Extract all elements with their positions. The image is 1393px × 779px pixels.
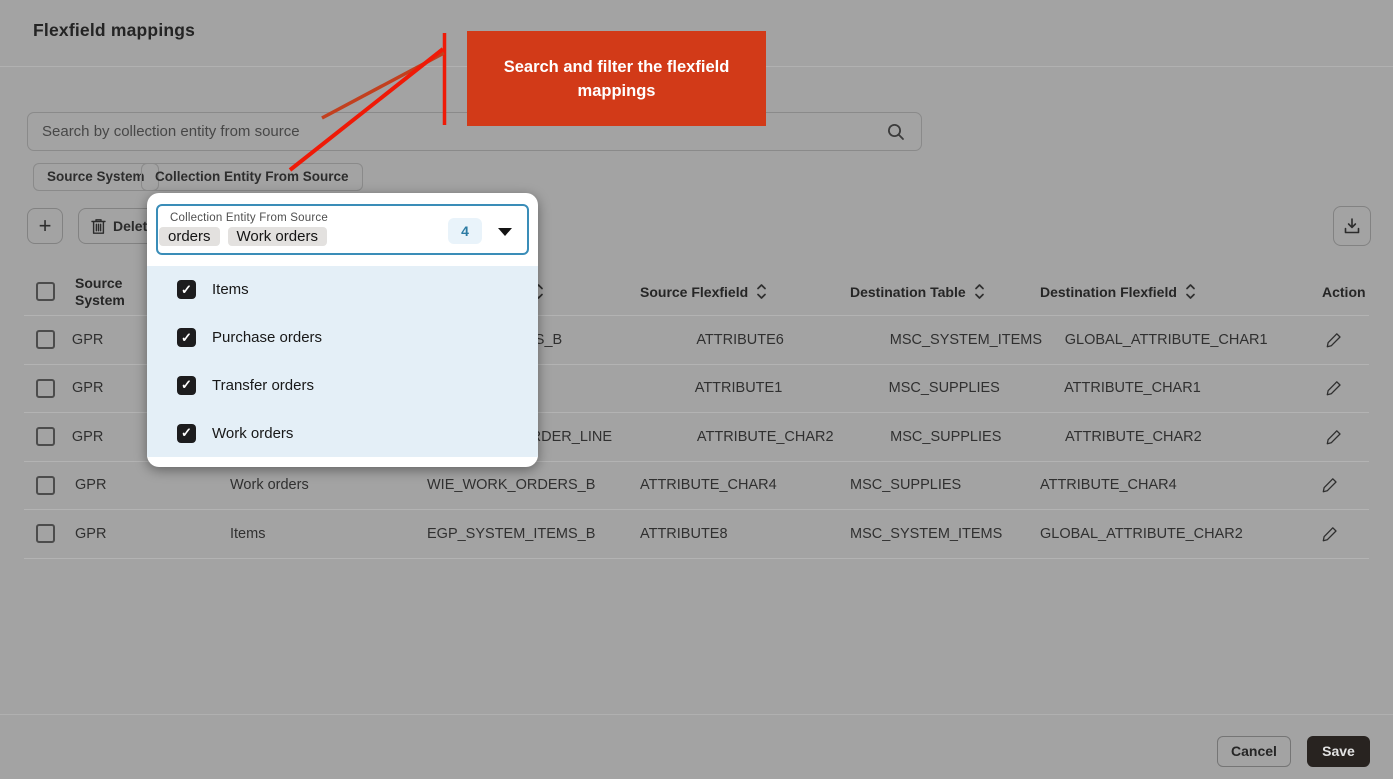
row-checkbox[interactable]	[36, 427, 55, 446]
cell-destination-flexfield: GLOBAL_ATTRIBUTE_CHAR2	[1040, 526, 1307, 542]
dropdown-option-items[interactable]: Items	[147, 266, 538, 314]
edit-pencil-icon[interactable]	[1322, 526, 1338, 542]
cell-source-system: GPR	[75, 526, 230, 542]
chevron-down-icon[interactable]	[498, 228, 512, 236]
footer-divider	[0, 714, 1393, 715]
row-checkbox[interactable]	[36, 379, 55, 398]
cell-source-flexfield: ATTRIBUTE_CHAR2	[697, 429, 890, 445]
page-title: Flexfield mappings	[33, 20, 195, 41]
cell-destination-table: MSC_SYSTEM_ITEMS	[850, 526, 1040, 542]
cell-destination-table: MSC_SUPPLIES	[889, 380, 1064, 396]
cell-source-flexfield: ATTRIBUTE_CHAR4	[640, 477, 850, 493]
column-header-destination-flexfield[interactable]: Destination Flexfield	[1040, 283, 1307, 300]
checked-checkbox-icon[interactable]	[177, 376, 196, 395]
annotation-callout: Search and filter the flexfield mappings	[467, 31, 766, 126]
checked-checkbox-icon[interactable]	[177, 328, 196, 347]
dropdown-option-transfer-orders[interactable]: Transfer orders	[147, 362, 538, 410]
combobox-label: Collection Entity From Source	[170, 212, 457, 224]
trash-icon	[91, 218, 106, 235]
edit-pencil-icon[interactable]	[1322, 477, 1338, 493]
cell-source-table: EGP_SYSTEM_ITEMS_B	[427, 526, 640, 542]
cell-collection-entity: Items	[230, 526, 427, 542]
row-checkbox[interactable]	[36, 476, 55, 495]
selected-tokens: orders Work orders	[170, 227, 457, 246]
column-header-destination-table[interactable]: Destination Table	[850, 283, 1040, 300]
cell-source-flexfield: ATTRIBUTE1	[695, 380, 889, 396]
cell-destination-flexfield: ATTRIBUTE_CHAR1	[1064, 380, 1311, 396]
cell-source-table: WIE_WORK_ORDERS_B	[427, 477, 640, 493]
column-header-source-flexfield[interactable]: Source Flexfield	[640, 283, 850, 300]
selected-count-badge: 4	[448, 218, 482, 244]
token[interactable]: Work orders	[228, 227, 327, 246]
cell-destination-flexfield: ATTRIBUTE_CHAR4	[1040, 477, 1307, 493]
search-icon[interactable]	[886, 122, 906, 142]
save-button[interactable]: Save	[1307, 736, 1370, 767]
table-row: GPR Items EGP_SYSTEM_ITEMS_B ATTRIBUTE8 …	[24, 509, 1369, 559]
edit-pencil-icon[interactable]	[1326, 380, 1342, 396]
download-button[interactable]	[1333, 206, 1371, 246]
cell-source-system: GPR	[75, 477, 230, 493]
cell-source-flexfield: ATTRIBUTE8	[640, 526, 850, 542]
cancel-button[interactable]: Cancel	[1217, 736, 1291, 767]
cell-destination-flexfield: ATTRIBUTE_CHAR2	[1065, 429, 1311, 445]
table-row: GPR Work orders WIE_WORK_ORDERS_B ATTRIB…	[24, 461, 1369, 510]
annotation-callout-text: Search and filter the flexfield mappings	[500, 55, 734, 103]
checked-checkbox-icon[interactable]	[177, 280, 196, 299]
row-checkbox[interactable]	[36, 330, 55, 349]
edit-pencil-icon[interactable]	[1326, 332, 1342, 348]
filter-chip-collection-entity[interactable]: Collection Entity From Source	[141, 163, 363, 191]
sort-icon[interactable]	[756, 283, 767, 300]
token[interactable]: orders	[159, 227, 220, 246]
dropdown-option-work-orders[interactable]: Work orders	[147, 409, 538, 457]
sort-icon[interactable]	[1185, 283, 1196, 300]
cell-destination-table: MSC_SUPPLIES	[890, 429, 1065, 445]
checked-checkbox-icon[interactable]	[177, 424, 196, 443]
edit-pencil-icon[interactable]	[1326, 429, 1342, 445]
cell-source-flexfield: ATTRIBUTE6	[696, 332, 889, 348]
row-checkbox[interactable]	[36, 524, 55, 543]
cell-destination-table: MSC_SYSTEM_ITEMS	[890, 332, 1065, 348]
collection-entity-combobox[interactable]: Collection Entity From Source orders Wor…	[156, 204, 529, 255]
cell-collection-entity: Work orders	[230, 477, 427, 493]
download-icon	[1343, 217, 1361, 235]
cell-destination-table: MSC_SUPPLIES	[850, 477, 1040, 493]
collection-entity-dropdown-popup: Collection Entity From Source orders Wor…	[147, 193, 538, 467]
dropdown-option-purchase-orders[interactable]: Purchase orders	[147, 314, 538, 362]
cell-destination-flexfield: GLOBAL_ATTRIBUTE_CHAR1	[1065, 332, 1311, 348]
filter-chip-source-system[interactable]: Source System	[33, 163, 159, 191]
sort-icon[interactable]	[974, 283, 985, 300]
column-header-action: Action	[1307, 284, 1369, 300]
add-button[interactable]: +	[27, 208, 63, 244]
select-all-checkbox[interactable]	[36, 282, 55, 301]
dropdown-option-list: Items Purchase orders Transfer orders Wo…	[147, 266, 538, 457]
